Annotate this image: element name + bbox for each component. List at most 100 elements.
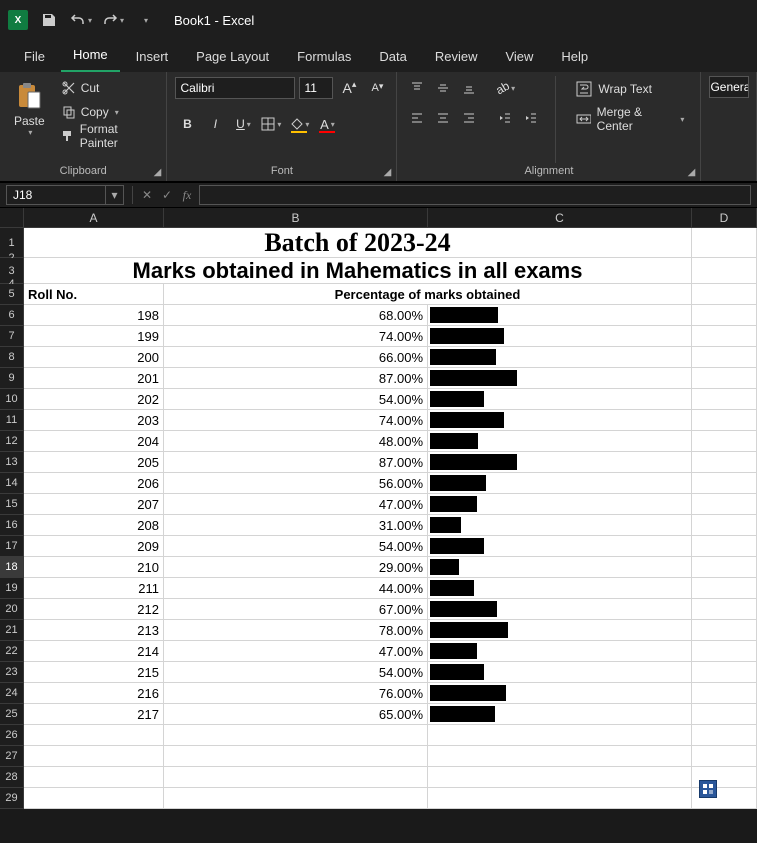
cell-databar[interactable] (428, 368, 692, 389)
cell-roll[interactable]: 205 (24, 452, 164, 473)
cell-roll[interactable]: 214 (24, 641, 164, 662)
cell-percentage[interactable]: 65.00% (164, 704, 428, 725)
cell-percentage[interactable]: 78.00% (164, 620, 428, 641)
enter-formula-button[interactable]: ✓ (157, 183, 177, 207)
cell-roll[interactable]: 217 (24, 704, 164, 725)
cell-percentage[interactable]: 54.00% (164, 662, 428, 683)
tab-insert[interactable]: Insert (124, 43, 181, 72)
alignment-dialog-launcher[interactable]: ◢ (684, 165, 698, 179)
row-header[interactable]: 5 (0, 284, 24, 305)
sheet-title[interactable]: Batch of 2023-24 (24, 228, 692, 258)
cell-databar[interactable] (428, 599, 692, 620)
cell-roll[interactable]: 209 (24, 536, 164, 557)
cell[interactable] (692, 704, 757, 725)
formula-input[interactable] (199, 185, 751, 205)
cell[interactable] (692, 347, 757, 368)
qat-customize-button[interactable]: ▾ (132, 7, 158, 33)
row-header[interactable]: 13 (0, 452, 24, 473)
cell-databar[interactable] (428, 578, 692, 599)
cell-percentage[interactable]: 47.00% (164, 494, 428, 515)
cell[interactable] (692, 641, 757, 662)
cell-percentage[interactable]: 44.00% (164, 578, 428, 599)
name-box-dropdown[interactable]: ▾ (106, 185, 124, 205)
cell[interactable] (692, 578, 757, 599)
cell-percentage[interactable]: 56.00% (164, 473, 428, 494)
row-header[interactable]: 23 (0, 662, 24, 683)
cell[interactable] (692, 725, 757, 746)
cell-roll[interactable]: 206 (24, 473, 164, 494)
row-header[interactable]: 6 (0, 305, 24, 326)
cell-databar[interactable] (428, 452, 692, 473)
align-bottom-button[interactable] (457, 76, 481, 100)
borders-button[interactable]: ▾ (259, 112, 283, 136)
cell[interactable] (692, 389, 757, 410)
column-header[interactable]: C (428, 208, 692, 227)
cell-databar[interactable] (428, 389, 692, 410)
cell[interactable] (692, 557, 757, 578)
cell[interactable] (692, 258, 757, 284)
cell-roll[interactable]: 204 (24, 431, 164, 452)
cell-roll[interactable]: 208 (24, 515, 164, 536)
underline-button[interactable]: U▾ (231, 112, 255, 136)
cell-percentage[interactable]: 48.00% (164, 431, 428, 452)
decrease-font-button[interactable]: A▾ (365, 76, 389, 100)
cell[interactable] (692, 620, 757, 641)
cell-databar[interactable] (428, 662, 692, 683)
cell-roll[interactable]: 200 (24, 347, 164, 368)
cell[interactable] (164, 788, 428, 809)
cell-percentage[interactable]: 47.00% (164, 641, 428, 662)
font-dialog-launcher[interactable]: ◢ (380, 165, 394, 179)
cell-percentage[interactable]: 68.00% (164, 305, 428, 326)
cell[interactable] (692, 228, 757, 258)
name-box[interactable] (6, 185, 106, 205)
cell[interactable] (692, 494, 757, 515)
format-painter-button[interactable]: Format Painter (57, 124, 159, 148)
cell[interactable] (24, 725, 164, 746)
cell-databar[interactable] (428, 410, 692, 431)
cell-databar[interactable] (428, 620, 692, 641)
row-header[interactable]: 7 (0, 326, 24, 347)
cell-roll[interactable]: 215 (24, 662, 164, 683)
cell-percentage[interactable]: 54.00% (164, 536, 428, 557)
row-header[interactable]: 17 (0, 536, 24, 557)
cell-percentage[interactable]: 74.00% (164, 326, 428, 347)
cell[interactable] (692, 284, 757, 305)
cell-percentage[interactable]: 54.00% (164, 389, 428, 410)
row-header[interactable]: 15 (0, 494, 24, 515)
row-header[interactable]: 18 (0, 557, 24, 578)
font-size-select[interactable] (299, 77, 333, 99)
column-header[interactable]: D (692, 208, 757, 227)
cell-databar[interactable] (428, 473, 692, 494)
cell-percentage[interactable]: 31.00% (164, 515, 428, 536)
tab-view[interactable]: View (493, 43, 545, 72)
align-right-button[interactable] (457, 106, 481, 130)
column-header[interactable]: B (164, 208, 428, 227)
row-header[interactable]: 27 (0, 746, 24, 767)
cell[interactable] (692, 746, 757, 767)
cell-roll[interactable]: 201 (24, 368, 164, 389)
cell-roll[interactable]: 198 (24, 305, 164, 326)
sheet-subtitle[interactable]: Marks obtained in Mahematics in all exam… (24, 258, 692, 284)
cell-percentage[interactable]: 66.00% (164, 347, 428, 368)
row-header[interactable]: 26 (0, 725, 24, 746)
cell-roll[interactable]: 216 (24, 683, 164, 704)
row-header[interactable]: 25 (0, 704, 24, 725)
cell-databar[interactable] (428, 704, 692, 725)
row-header[interactable]: 16 (0, 515, 24, 536)
cell-databar[interactable] (428, 347, 692, 368)
decrease-indent-button[interactable] (493, 106, 517, 130)
cell-percentage[interactable]: 76.00% (164, 683, 428, 704)
cell-databar[interactable] (428, 557, 692, 578)
cell[interactable] (692, 326, 757, 347)
tab-file[interactable]: File (12, 43, 57, 72)
italic-button[interactable]: I (203, 112, 227, 136)
clipboard-dialog-launcher[interactable]: ◢ (150, 165, 164, 179)
copy-button[interactable]: Copy ▾ (57, 100, 159, 124)
align-left-button[interactable] (405, 106, 429, 130)
cell[interactable] (428, 788, 692, 809)
row-header[interactable]: 19 (0, 578, 24, 599)
cell-percentage[interactable]: 29.00% (164, 557, 428, 578)
cell[interactable] (24, 767, 164, 788)
cell-databar[interactable] (428, 326, 692, 347)
cell[interactable] (692, 368, 757, 389)
